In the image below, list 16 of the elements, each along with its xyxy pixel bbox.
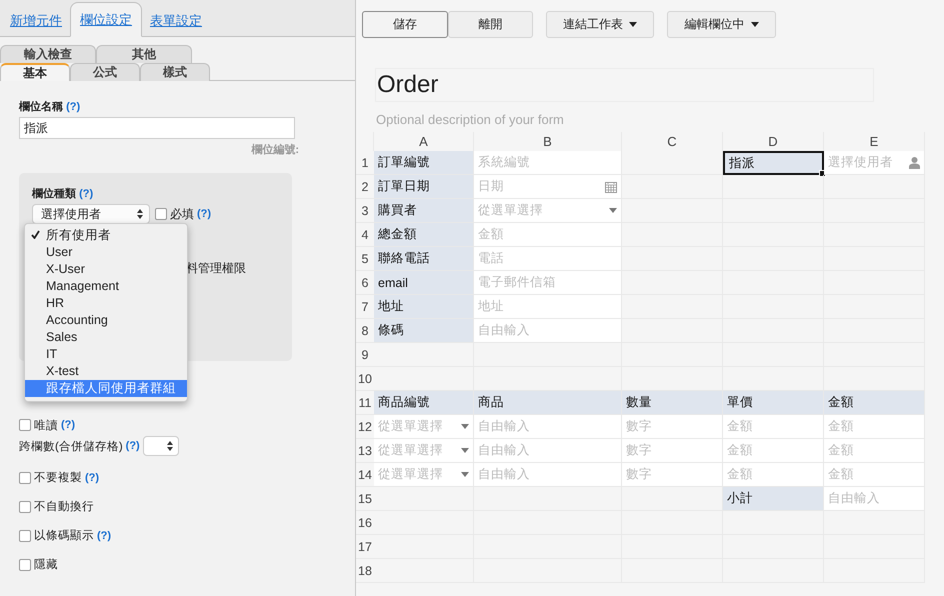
field-label: 欄位名稱 [19, 101, 63, 113]
option-label: 跨欄數(合併儲存格) [19, 440, 123, 454]
row-number: 15 [356, 487, 374, 511]
checkbox-label: 不要複製 [34, 470, 82, 485]
checkbox-label: 不自動換行 [34, 500, 94, 514]
row-number: 16 [356, 511, 374, 535]
field-id-label: 欄位編號: [251, 144, 299, 156]
checkbox-label: 必填 [170, 206, 194, 222]
row-number: 18 [356, 559, 374, 583]
checkbox-label: 隱藏 [34, 558, 58, 572]
checkbox-label: 以條碼顯示 [34, 528, 94, 543]
checkbox-label: 唯讀 [34, 418, 58, 432]
field-label: 欄位種類 [32, 188, 76, 200]
row-number: 9 [356, 343, 374, 367]
row-number: 10 [356, 367, 374, 391]
row-number: 17 [356, 535, 374, 559]
